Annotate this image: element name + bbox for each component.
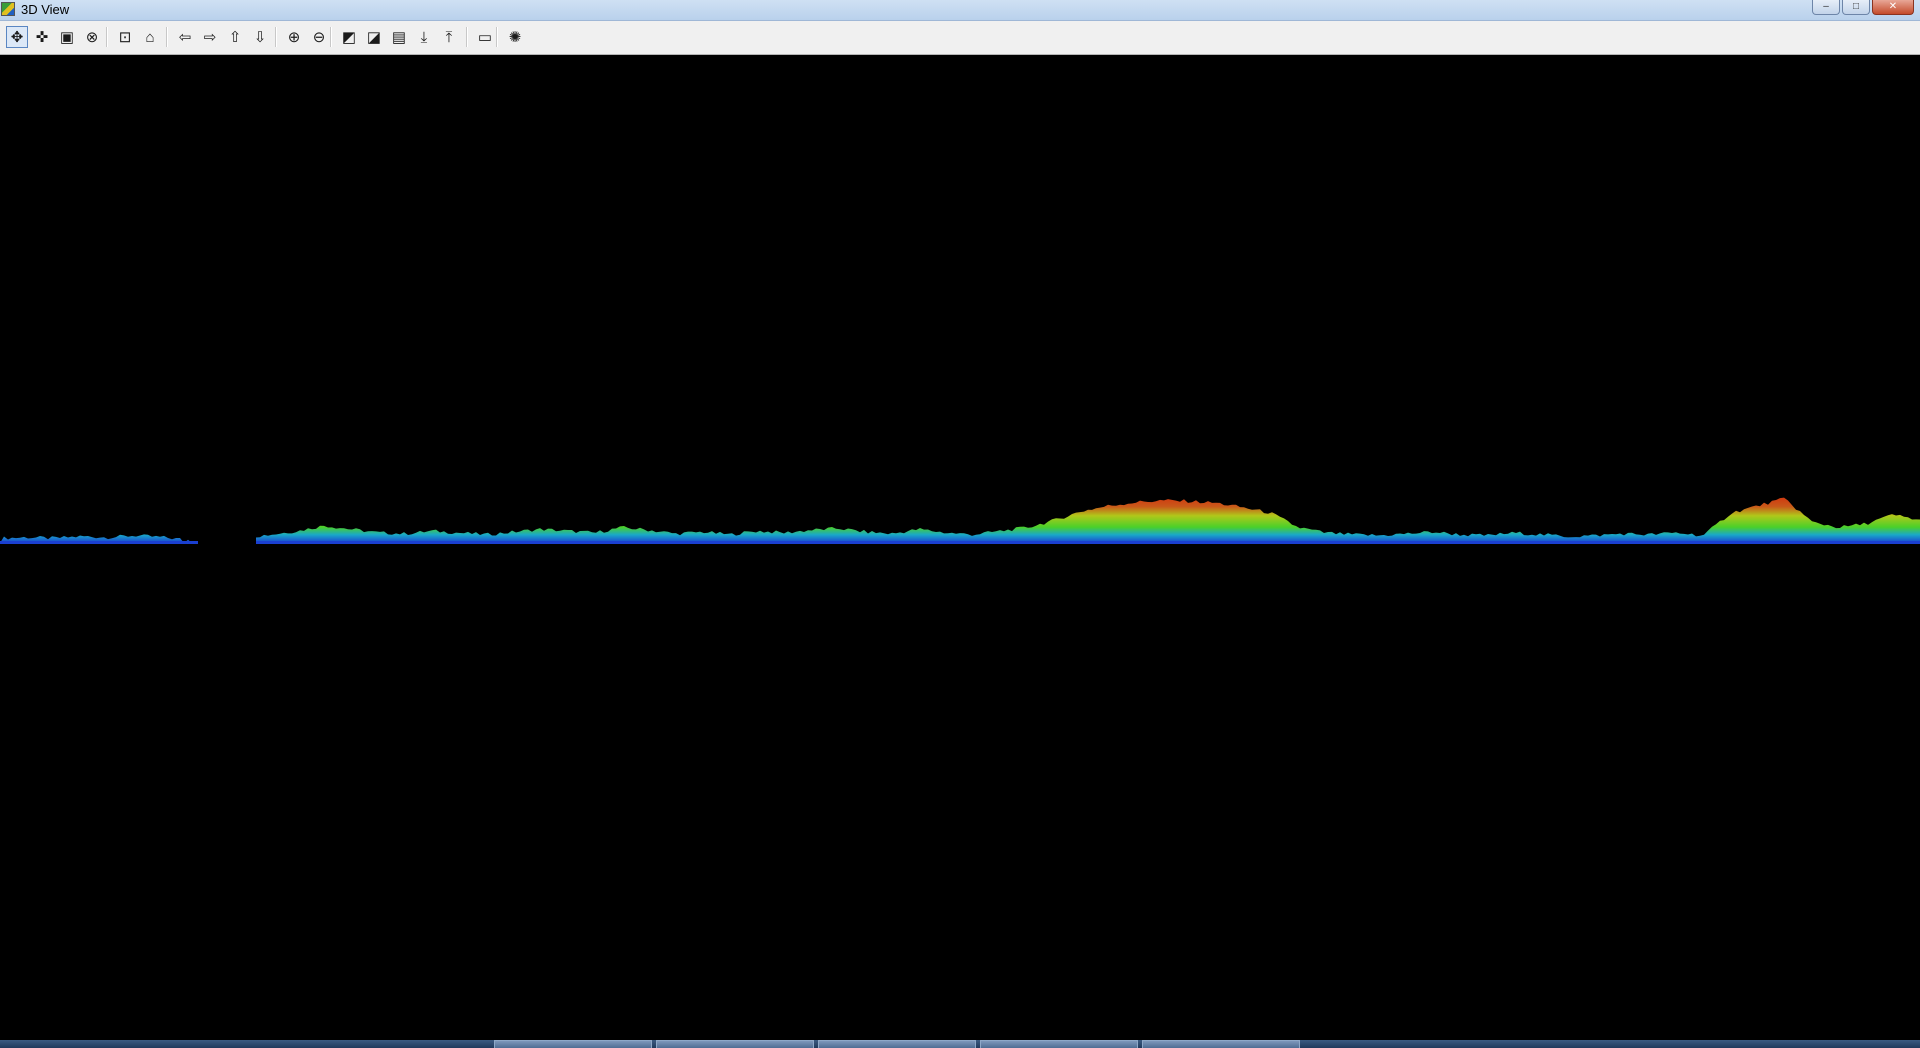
taskbar-item[interactable] (656, 1040, 814, 1048)
arrow-left-button[interactable]: ⇦ (174, 26, 196, 48)
window-title: 3D View (21, 2, 70, 17)
zoom-window-button[interactable]: ▣ (56, 26, 78, 48)
floppy-disk-icon: ▭ (477, 28, 493, 46)
layers-icon: ▤ (391, 28, 407, 46)
app-icon (1, 2, 15, 16)
taskbar-item[interactable] (1142, 1040, 1300, 1048)
toolbar-separator (275, 27, 277, 47)
arrow-down-button[interactable]: ⇩ (249, 26, 271, 48)
import-down-icon: ⤓ (420, 28, 428, 46)
taskbar-item[interactable] (494, 1040, 652, 1048)
import-down-button[interactable]: ⤓ (413, 26, 435, 48)
toolbar: ✥ ✜ ▣ ⊗ ⊡ ⌂ ⇦ ⇨ ⇧ ⇩ ⊕ ⊖ ◩ ◪ ▤ ⤓ ⤒ ▭ ✺ (0, 21, 1920, 55)
surface-edit-icon: ◪ (366, 28, 382, 46)
zoom-in-icon: ⊕ (287, 28, 301, 46)
rotate-arrows-icon: ✥ (10, 28, 24, 46)
export-up-icon: ⤒ (445, 28, 453, 46)
terrain-gap (198, 531, 256, 547)
arrow-left-icon: ⇦ (178, 28, 192, 46)
light-settings-button[interactable]: ✺ (504, 26, 526, 48)
title-bar: 3D View – □ ✕ (0, 0, 1920, 21)
minimize-button[interactable]: – (1812, 0, 1840, 15)
arrow-up-button[interactable]: ⇧ (224, 26, 246, 48)
3d-viewport[interactable] (0, 55, 1920, 1040)
arrow-up-icon: ⇧ (228, 28, 242, 46)
arrow-right-button[interactable]: ⇨ (199, 26, 221, 48)
arrow-down-icon: ⇩ (253, 28, 267, 46)
layers-button[interactable]: ▤ (388, 26, 410, 48)
toolbar-separator (466, 27, 468, 47)
zoom-window-icon: ▣ (59, 28, 75, 46)
close-button[interactable]: ✕ (1872, 0, 1914, 15)
rotate-arrows-button[interactable]: ✥ (6, 26, 28, 48)
toolbar-separator (330, 27, 332, 47)
export-up-button[interactable]: ⤒ (438, 26, 460, 48)
home-icon: ⌂ (145, 28, 155, 46)
pan-arrows-icon: ✜ (35, 28, 49, 46)
taskbar-item[interactable] (980, 1040, 1138, 1048)
light-settings-icon: ✺ (508, 28, 522, 46)
arrow-right-icon: ⇨ (203, 28, 217, 46)
floppy-disk-button[interactable]: ▭ (474, 26, 496, 48)
fit-view-button[interactable]: ⊡ (114, 26, 136, 48)
surface-chart-button[interactable]: ◩ (338, 26, 360, 48)
toolbar-separator (496, 27, 498, 47)
home-button[interactable]: ⌂ (139, 26, 161, 48)
toolbar-separator (106, 27, 108, 47)
terrain-baseline (0, 541, 1920, 544)
terrain-surface (0, 497, 1920, 543)
maximize-button[interactable]: □ (1842, 0, 1870, 15)
binoculars-button[interactable]: ⊗ (81, 26, 103, 48)
zoom-out-button[interactable]: ⊖ (308, 26, 330, 48)
terrain-render[interactable] (0, 55, 1920, 1040)
fit-view-icon: ⊡ (118, 28, 132, 46)
toolbar-separator (166, 27, 168, 47)
surface-chart-icon: ◩ (341, 28, 357, 46)
zoom-out-icon: ⊖ (312, 28, 326, 46)
surface-edit-button[interactable]: ◪ (363, 26, 385, 48)
pan-arrows-button[interactable]: ✜ (31, 26, 53, 48)
binoculars-icon: ⊗ (85, 28, 99, 46)
zoom-in-button[interactable]: ⊕ (283, 26, 305, 48)
taskbar (0, 1040, 1920, 1048)
taskbar-item[interactable] (818, 1040, 976, 1048)
window-controls: – □ ✕ (1812, 0, 1914, 15)
